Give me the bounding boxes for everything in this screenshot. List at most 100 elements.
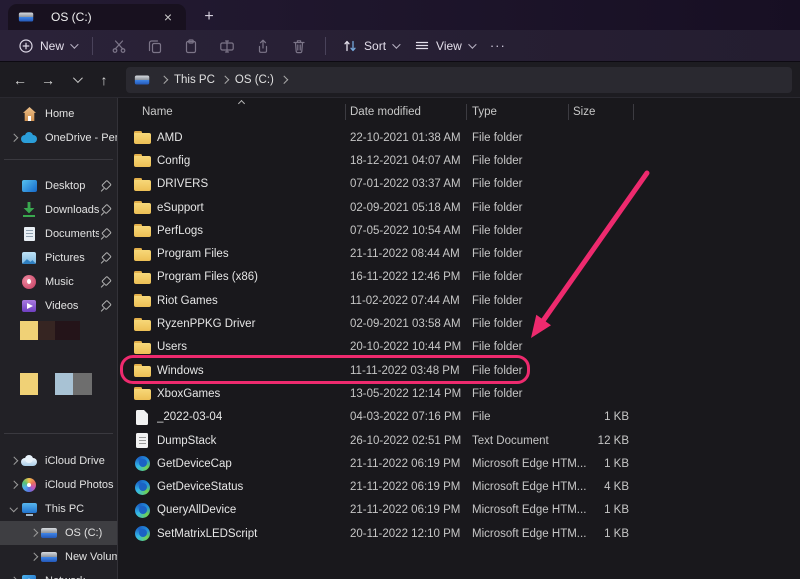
column-divider[interactable] <box>633 104 634 120</box>
file-row-perflogs[interactable]: PerfLogs 07-05-2022 10:54 AM File folder <box>118 219 800 242</box>
file-row-riot-games[interactable]: Riot Games 11-02-2022 07:44 AM File fold… <box>118 289 800 312</box>
up-button[interactable]: ↑ <box>92 68 116 92</box>
new-tab-button[interactable]: + <box>196 4 222 30</box>
expand-chevron-icon[interactable] <box>8 180 21 192</box>
file-row-xboxgames[interactable]: XboxGames 13-05-2022 12:14 PM File folde… <box>118 382 800 405</box>
sidebar-item-music[interactable]: Music <box>0 270 117 294</box>
expand-chevron-icon[interactable] <box>8 132 21 144</box>
file-name: Windows <box>157 365 350 377</box>
sidebar-thumbnails <box>0 318 117 424</box>
file-size: 12 KB <box>573 435 629 447</box>
file-row-getdevicestatus[interactable]: GetDeviceStatus 21-11-2022 06:19 PM Micr… <box>118 475 800 498</box>
explorer-tab[interactable]: OS (C:) × <box>8 4 186 30</box>
file-row-getdevicecap[interactable]: GetDeviceCap 21-11-2022 06:19 PM Microso… <box>118 452 800 475</box>
sidebar-item-label: iCloud Drive <box>45 455 105 467</box>
view-lines-icon <box>414 38 430 54</box>
sidebar-item-icon <box>21 202 38 218</box>
file-row-2022-03-04[interactable]: _2022-03-04 04-03-2022 07:16 PM File 1 K… <box>118 406 800 429</box>
expand-chevron-icon[interactable] <box>8 455 21 467</box>
cut-button[interactable] <box>101 33 137 59</box>
breadcrumb-this-pc[interactable]: This PC <box>170 72 219 88</box>
delete-button[interactable] <box>281 33 317 59</box>
back-button[interactable]: ← <box>8 68 32 92</box>
sidebar-item-downloads[interactable]: Downloads <box>0 198 117 222</box>
file-name: Config <box>157 155 350 167</box>
breadcrumb[interactable]: This PC OS (C:) <box>126 67 792 93</box>
expand-chevron-icon[interactable] <box>28 551 41 563</box>
ellipsis-icon: ··· <box>490 38 506 53</box>
paste-button[interactable] <box>173 33 209 59</box>
sidebar-item-pictures[interactable]: Pictures <box>0 246 117 270</box>
clipboard-icon <box>183 38 199 54</box>
column-divider[interactable] <box>345 104 346 120</box>
sidebar-item-this-pc[interactable]: This PC <box>0 497 117 521</box>
expand-chevron-icon[interactable] <box>8 575 21 579</box>
file-row-drivers[interactable]: DRIVERS 07-01-2022 03:37 AM File folder <box>118 173 800 196</box>
rename-icon <box>219 38 235 54</box>
new-button[interactable]: New <box>10 33 84 59</box>
sidebar-item-icon <box>21 130 38 146</box>
sidebar-item-icloud-drive[interactable]: iCloud Drive <box>0 449 117 473</box>
file-type-icon <box>134 130 151 145</box>
recent-locations-button[interactable] <box>64 68 88 92</box>
file-row-setmatrixledscript[interactable]: SetMatrixLEDScript 20-11-2022 12:10 PM M… <box>118 522 800 545</box>
chevron-right-icon <box>219 74 231 86</box>
expand-chevron-icon[interactable] <box>8 276 21 288</box>
expand-chevron-icon[interactable] <box>8 252 21 264</box>
expand-chevron-icon[interactable] <box>8 300 21 312</box>
file-list-pane: Name Date modified Type Size AMD 22-10-2… <box>118 98 800 579</box>
file-row-program-files-x86[interactable]: Program Files (x86) 16-11-2022 12:46 PM … <box>118 266 800 289</box>
column-divider[interactable] <box>568 104 569 120</box>
sidebar-item-desktop[interactable]: Desktop <box>0 174 117 198</box>
see-more-button[interactable]: ··· <box>482 33 514 58</box>
file-row-config[interactable]: Config 18-12-2021 04:07 AM File folder <box>118 149 800 172</box>
file-row-queryalldevice[interactable]: QueryAllDevice 21-11-2022 06:19 PM Micro… <box>118 499 800 522</box>
file-date-modified: 18-12-2021 04:07 AM <box>350 155 472 167</box>
sidebar-item-new-volume-d[interactable]: New Volume (D:) <box>0 545 117 569</box>
expand-chevron-icon[interactable] <box>28 527 41 539</box>
file-name: Users <box>157 341 350 353</box>
file-name: Program Files (x86) <box>157 271 350 283</box>
breadcrumb-os-c[interactable]: OS (C:) <box>231 72 278 88</box>
sort-button-label: Sort <box>364 39 386 53</box>
file-row-ryzenppkg-driver[interactable]: RyzenPPKG Driver 02-09-2021 03:58 AM Fil… <box>118 312 800 335</box>
sort-arrows-icon <box>342 38 358 54</box>
pin-icon <box>99 180 111 192</box>
column-divider[interactable] <box>466 104 467 120</box>
expand-chevron-icon[interactable] <box>8 479 21 491</box>
sort-ascending-caret-icon <box>237 99 247 107</box>
file-row-amd[interactable]: AMD 22-10-2021 01:38 AM File folder <box>118 126 800 149</box>
file-row-program-files[interactable]: Program Files 21-11-2022 08:44 AM File f… <box>118 242 800 265</box>
tab-close-icon[interactable]: × <box>160 9 176 25</box>
sidebar-item-home[interactable]: Home <box>0 102 117 126</box>
expand-chevron-icon[interactable] <box>8 108 21 120</box>
file-row-dumpstack[interactable]: DumpStack 26-10-2022 02:51 PM Text Docum… <box>118 429 800 452</box>
sidebar-item-onedrive-persona[interactable]: OneDrive - Persona <box>0 126 117 150</box>
sidebar-item-network[interactable]: Network <box>0 569 117 579</box>
expand-chevron-icon[interactable] <box>8 228 21 240</box>
share-button[interactable] <box>245 33 281 59</box>
expand-chevron-icon[interactable] <box>8 503 21 515</box>
column-header-size[interactable]: Size <box>573 106 613 118</box>
sort-button[interactable]: Sort <box>334 33 406 59</box>
view-button[interactable]: View <box>406 33 482 59</box>
file-type: File folder <box>472 132 573 144</box>
chevron-down-icon <box>70 40 78 48</box>
sidebar-item-os-c[interactable]: OS (C:) <box>0 521 117 545</box>
file-row-esupport[interactable]: eSupport 02-09-2021 05:18 AM File folder <box>118 196 800 219</box>
column-header-date-modified[interactable]: Date modified <box>350 106 472 118</box>
expand-chevron-icon[interactable] <box>8 204 21 216</box>
file-rows: AMD 22-10-2021 01:38 AM File folder Conf… <box>118 126 800 545</box>
column-header-name[interactable]: Name <box>142 106 350 118</box>
sidebar-item-icloud-photos[interactable]: iCloud Photos <box>0 473 117 497</box>
copy-button[interactable] <box>137 33 173 59</box>
sidebar-item-label: Pictures <box>45 252 85 264</box>
sidebar-item-documents[interactable]: Documents <box>0 222 117 246</box>
file-row-windows[interactable]: Windows 11-11-2022 03:48 PM File folder <box>118 359 800 382</box>
sidebar-item-videos[interactable]: Videos <box>0 294 117 318</box>
file-type-icon <box>134 410 151 425</box>
file-row-users[interactable]: Users 20-10-2022 10:44 PM File folder <box>118 336 800 359</box>
forward-button[interactable]: → <box>36 68 60 92</box>
rename-button[interactable] <box>209 33 245 59</box>
column-header-type[interactable]: Type <box>472 106 573 118</box>
